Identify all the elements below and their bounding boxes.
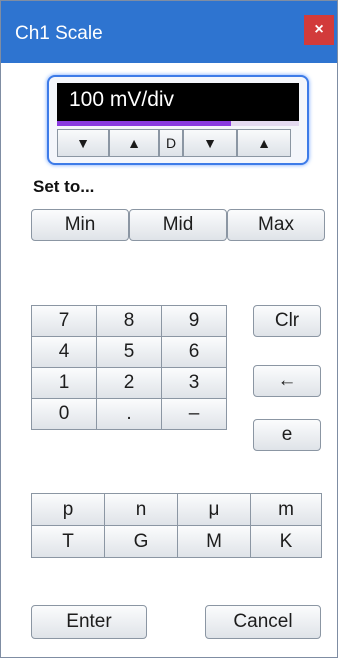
key-8[interactable]: 8 bbox=[96, 305, 162, 337]
fine-up-button[interactable]: ▲ bbox=[237, 129, 291, 157]
set-to-label: Set to... bbox=[33, 177, 95, 196]
key-minus[interactable]: – bbox=[161, 398, 227, 430]
key-6[interactable]: 6 bbox=[161, 336, 227, 368]
enter-button[interactable]: Enter bbox=[31, 605, 147, 639]
key-9[interactable]: 9 bbox=[161, 305, 227, 337]
prefix-pico-button[interactable]: p bbox=[31, 493, 105, 526]
ch1-scale-dialog: Ch1 Scale × 100 mV/div ▼ ▲ D ▼ ▲ Set to... M… bbox=[0, 0, 338, 658]
cancel-button[interactable]: Cancel bbox=[205, 605, 321, 639]
default-button[interactable]: D bbox=[159, 129, 183, 157]
value-screen: 100 mV/div bbox=[57, 83, 299, 121]
key-1[interactable]: 1 bbox=[31, 367, 97, 399]
dialog-title: Ch1 Scale bbox=[15, 23, 103, 44]
exponent-button[interactable]: e bbox=[253, 419, 321, 451]
key-2[interactable]: 2 bbox=[96, 367, 162, 399]
stepper-row: ▼ ▲ D ▼ ▲ bbox=[57, 129, 299, 159]
value-readout: 100 mV/div bbox=[69, 88, 175, 111]
clear-button[interactable]: Clr bbox=[253, 305, 321, 337]
prefix-micro-button[interactable]: μ bbox=[177, 493, 251, 526]
key-3[interactable]: 3 bbox=[161, 367, 227, 399]
value-display-panel: 100 mV/div ▼ ▲ D ▼ ▲ bbox=[47, 75, 309, 165]
coarse-up-button[interactable]: ▲ bbox=[109, 129, 159, 157]
key-4[interactable]: 4 bbox=[31, 336, 97, 368]
set-mid-button[interactable]: Mid bbox=[129, 209, 227, 241]
prefix-mega-button[interactable]: M bbox=[177, 525, 251, 558]
title-bar: Ch1 Scale × bbox=[1, 1, 337, 63]
prefix-tera-button[interactable]: T bbox=[31, 525, 105, 558]
close-button[interactable]: × bbox=[304, 15, 334, 45]
backspace-button[interactable]: ← bbox=[253, 365, 321, 397]
key-0[interactable]: 0 bbox=[31, 398, 97, 430]
fine-down-button[interactable]: ▼ bbox=[183, 129, 237, 157]
set-min-button[interactable]: Min bbox=[31, 209, 129, 241]
key-5[interactable]: 5 bbox=[96, 336, 162, 368]
key-7[interactable]: 7 bbox=[31, 305, 97, 337]
prefix-milli-button[interactable]: m bbox=[250, 493, 322, 526]
prefix-kilo-button[interactable]: K bbox=[250, 525, 322, 558]
set-max-button[interactable]: Max bbox=[227, 209, 325, 241]
prefix-giga-button[interactable]: G bbox=[104, 525, 178, 558]
coarse-down-button[interactable]: ▼ bbox=[57, 129, 109, 157]
value-progress-fill bbox=[57, 121, 232, 126]
prefix-nano-button[interactable]: n bbox=[104, 493, 178, 526]
key-decimal[interactable]: . bbox=[96, 398, 162, 430]
value-progress-bar bbox=[57, 121, 299, 126]
